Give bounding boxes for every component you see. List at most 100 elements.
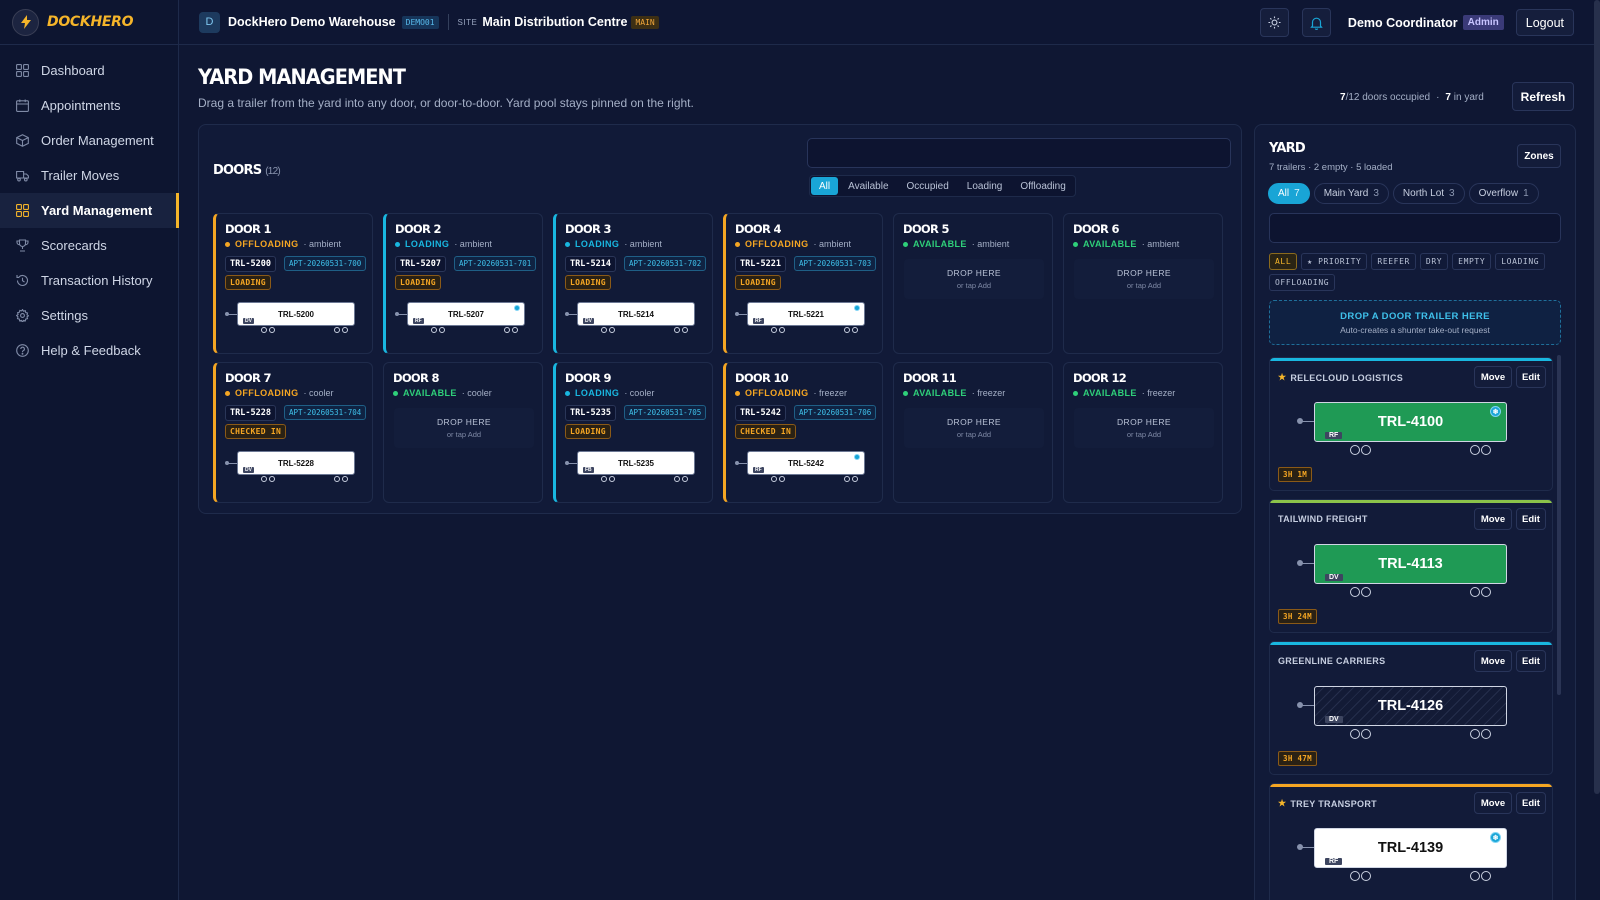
move-button[interactable]: Move — [1474, 508, 1512, 530]
door-trailer-id[interactable]: TRL-5221 — [735, 256, 786, 272]
trailer-body-label: TRL-5207 — [447, 309, 484, 319]
door-trailer-graphic[interactable]: TRL-5235 FB — [565, 451, 698, 487]
sidebar-item-transaction-history[interactable]: Transaction History — [0, 263, 178, 298]
door-trailer-id[interactable]: TRL-5242 — [735, 405, 786, 421]
yard-tab-all[interactable]: All 7 — [1268, 183, 1310, 204]
door-trailer-graphic[interactable]: TRL-5207 RF — [395, 302, 528, 338]
yard-trailer-card[interactable]: TAILWIND FREIGHT Move Edit TRL-4113 DV 3H 24M — [1269, 499, 1553, 633]
door-trailer-graphic[interactable]: TRL-5200 DV — [225, 302, 358, 338]
door-drop-zone[interactable]: DROP HERE or tap Add — [394, 408, 534, 448]
theme-toggle-button[interactable] — [1259, 8, 1289, 37]
door-card[interactable]: DOOR 8 AVAILABLE · cooler DROP HERE or tap A… — [383, 362, 543, 503]
sidebar-item-settings[interactable]: Settings — [0, 298, 178, 333]
yard-tab-main-yard[interactable]: Main Yard 3 — [1313, 183, 1389, 204]
sidebar-item-label: Appointments — [41, 98, 121, 113]
yard-tab-overflow[interactable]: Overflow 1 — [1468, 183, 1539, 204]
logo[interactable]: DOCKHERO — [0, 0, 178, 45]
door-filter-loading[interactable]: Loading — [959, 177, 1011, 195]
edit-button[interactable]: Edit — [1516, 792, 1546, 814]
yard-filter-all[interactable]: ALL — [1269, 253, 1298, 270]
door-zone: · ambient — [454, 239, 492, 249]
door-search-input[interactable] — [807, 138, 1231, 168]
logout-button[interactable]: Logout — [1515, 9, 1574, 36]
sidebar-item-help-feedback[interactable]: Help & Feedback — [0, 333, 178, 368]
yard-filter-reefer[interactable]: REEFER — [1371, 253, 1416, 270]
yard-tab-north-lot[interactable]: North Lot 3 — [1392, 183, 1465, 204]
sidebar-item-scorecards[interactable]: Scorecards — [0, 228, 178, 263]
page-scrollbar[interactable] — [1594, 0, 1600, 794]
door-drop-zone[interactable]: DROP HERE or tap Add — [1074, 408, 1214, 448]
yard-trailer-graphic[interactable]: TRL-4139 RF ❄ — [1297, 828, 1508, 883]
yard-trailer-card[interactable]: ★ TREY TRANSPORT Move Edit TRL-4139 RF ❄ — [1269, 783, 1553, 900]
door-trailer-graphic[interactable]: TRL-5214 DV — [565, 302, 698, 338]
notifications-button[interactable] — [1301, 8, 1331, 37]
wheel-icon — [1350, 445, 1360, 455]
door-card[interactable]: DOOR 10 OFFLOADING · freezer TRL-5242 APT-20… — [723, 362, 883, 503]
door-trailer-graphic[interactable]: TRL-5228 DV — [225, 451, 358, 487]
yard-trailer-graphic[interactable]: TRL-4126 DV — [1297, 686, 1508, 741]
door-filter-all[interactable]: All — [811, 177, 839, 195]
yard-trailer-graphic[interactable]: TRL-4100 RF ❄ — [1297, 402, 1508, 457]
sidebar-item-yard-management[interactable]: Yard Management — [0, 193, 179, 228]
door-filter-available[interactable]: Available — [840, 177, 896, 195]
door-trailer-graphic[interactable]: TRL-5221 RF — [735, 302, 868, 338]
door-trailer-id[interactable]: TRL-5235 — [565, 405, 616, 421]
yard-filter-dry[interactable]: DRY — [1419, 253, 1449, 270]
door-drop-zone[interactable]: DROP HERE or tap Add — [904, 408, 1044, 448]
edit-button[interactable]: Edit — [1516, 508, 1546, 530]
sidebar-item-order-management[interactable]: Order Management — [0, 123, 178, 158]
door-filter-offloading[interactable]: Offloading — [1012, 177, 1073, 195]
door-card[interactable]: DOOR 4 OFFLOADING · ambient TRL-5221 APT-202… — [723, 213, 883, 354]
edit-button[interactable]: Edit — [1516, 650, 1546, 672]
door-trailer-id[interactable]: TRL-5200 — [225, 256, 276, 272]
door-filter-occupied[interactable]: Occupied — [899, 177, 957, 195]
yard-trailer-graphic[interactable]: TRL-4113 DV — [1297, 544, 1508, 599]
door-drop-zone[interactable]: DROP HERE or tap Add — [1074, 259, 1214, 299]
door-appointment-id[interactable]: APT-20260531-705 — [624, 405, 707, 420]
door-card[interactable]: DOOR 11 AVAILABLE · freezer DROP HERE or tap… — [893, 362, 1053, 503]
yard-trailer-card[interactable]: ★ RELECLOUD LOGISTICS Move Edit TRL-4100 RF ❄ 3… — [1269, 357, 1553, 491]
move-button[interactable]: Move — [1474, 650, 1512, 672]
site-name[interactable]: Main Distribution Centre — [482, 15, 627, 29]
sidebar-item-label: Transaction History — [41, 273, 153, 288]
door-card[interactable]: DOOR 9 LOADING · cooler TRL-5235 APT-2026053… — [553, 362, 713, 503]
door-trailer-graphic[interactable]: TRL-5242 RF — [735, 451, 868, 487]
yard-filter-priority[interactable]: ★ PRIORITY — [1301, 253, 1368, 270]
door-appointment-id[interactable]: APT-20260531-703 — [794, 256, 877, 271]
door-appointment-id[interactable]: APT-20260531-704 — [284, 405, 367, 420]
user-name[interactable]: Demo Coordinator — [1348, 16, 1458, 30]
door-drop-zone[interactable]: DROP HERE or tap Add — [904, 259, 1044, 299]
door-trailer-id[interactable]: TRL-5228 — [225, 405, 276, 421]
door-card[interactable]: DOOR 3 LOADING · ambient TRL-5214 APT-202605… — [553, 213, 713, 354]
door-card[interactable]: DOOR 7 OFFLOADING · cooler TRL-5228 APT-2026… — [213, 362, 373, 503]
door-appointment-id[interactable]: APT-20260531-706 — [794, 405, 877, 420]
move-button[interactable]: Move — [1474, 366, 1512, 388]
sidebar-item-appointments[interactable]: Appointments — [0, 88, 178, 123]
door-appointment-id[interactable]: APT-20260531-700 — [284, 256, 367, 271]
move-button[interactable]: Move — [1474, 792, 1512, 814]
yard-trailer-card[interactable]: GREENLINE CARRIERS Move Edit TRL-4126 DV 3H 4… — [1269, 641, 1553, 775]
refresh-button[interactable]: Refresh — [1512, 82, 1574, 111]
sidebar-item-trailer-moves[interactable]: Trailer Moves — [0, 158, 178, 193]
door-appointment-id[interactable]: APT-20260531-701 — [454, 256, 537, 271]
door-card[interactable]: DOOR 1 OFFLOADING · ambient TRL-5200 APT-202… — [213, 213, 373, 354]
wheel-icon — [334, 476, 340, 482]
door-trailer-id[interactable]: TRL-5207 — [395, 256, 446, 272]
yard-filter-offloading[interactable]: OFFLOADING — [1269, 274, 1336, 291]
door-card[interactable]: DOOR 2 LOADING · ambient TRL-5207 APT-202605… — [383, 213, 543, 354]
yard-drop-zone[interactable]: DROP A DOOR TRAILER HERE Auto-creates a … — [1269, 300, 1561, 345]
wheel-icon — [1470, 871, 1480, 881]
edit-button[interactable]: Edit — [1516, 366, 1546, 388]
warehouse-name[interactable]: DockHero Demo Warehouse — [228, 15, 396, 29]
yard-filter-loading[interactable]: LOADING — [1495, 253, 1546, 270]
yard-scrollbar[interactable] — [1557, 355, 1561, 695]
door-card[interactable]: DOOR 12 AVAILABLE · freezer DROP HERE or tap… — [1063, 362, 1223, 503]
sidebar-item-dashboard[interactable]: Dashboard — [0, 53, 178, 88]
yard-search-input[interactable] — [1269, 213, 1561, 243]
door-appointment-id[interactable]: APT-20260531-702 — [624, 256, 707, 271]
yard-filter-empty[interactable]: EMPTY — [1452, 253, 1492, 270]
door-trailer-id[interactable]: TRL-5214 — [565, 256, 616, 272]
door-card[interactable]: DOOR 5 AVAILABLE · ambient DROP HERE or tap … — [893, 213, 1053, 354]
zones-button[interactable]: Zones — [1517, 144, 1561, 168]
door-card[interactable]: DOOR 6 AVAILABLE · ambient DROP HERE or tap … — [1063, 213, 1223, 354]
